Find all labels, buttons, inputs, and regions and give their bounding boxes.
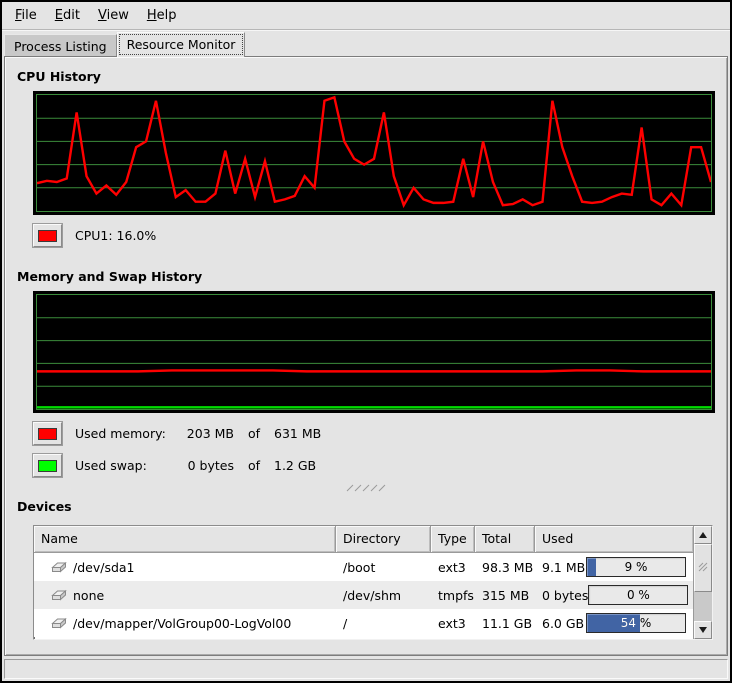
- menu-view[interactable]: View: [89, 5, 138, 26]
- devices-table-header: Name Directory Type Total Used: [34, 526, 693, 553]
- usage-progress-bar: 9 % 9 %: [586, 557, 686, 577]
- table-row[interactable]: none /dev/shm tmpfs 315 MB 0 bytes 0 % 0…: [34, 581, 693, 609]
- menu-help[interactable]: Help: [138, 5, 186, 26]
- cpu1-color-button[interactable]: [33, 224, 62, 247]
- used-swap-of: of: [234, 458, 274, 473]
- pane-resize-grip[interactable]: [13, 483, 719, 493]
- cpu-history-graph: [33, 91, 715, 215]
- cpu-history-chart: [36, 94, 712, 212]
- cpu1-usage-label: CPU1: 16.0%: [75, 228, 156, 243]
- devices-table: Name Directory Type Total Used /dev/sda1: [33, 525, 713, 640]
- device-total: 11.1 GB: [475, 616, 535, 631]
- column-header-used[interactable]: Used: [535, 526, 693, 553]
- system-monitor-window: File Edit View Help Process Listing Reso…: [0, 0, 732, 683]
- used-swap-color-swatch: [38, 460, 57, 472]
- disk-icon: [50, 561, 67, 573]
- devices-table-body: Name Directory Type Total Used /dev/sda1: [34, 526, 693, 639]
- device-type: tmpfs: [431, 588, 475, 603]
- disk-icon: [50, 617, 67, 629]
- device-total: 98.3 MB: [475, 560, 535, 575]
- tab-strip: Process Listing Resource Monitor: [2, 30, 730, 56]
- arrow-up-icon: [699, 532, 707, 538]
- menu-bar: File Edit View Help: [2, 2, 730, 30]
- memory-legend: Used memory: 203 MB of 631 MB: [33, 422, 719, 445]
- disk-icon: [50, 589, 67, 601]
- used-memory-value: 203 MB: [172, 426, 234, 441]
- cpu-history-title: CPU History: [17, 69, 719, 84]
- table-row[interactable]: /dev/mapper/VolGroup00-LogVol00 / ext3 1…: [34, 609, 693, 637]
- swap-legend: Used swap: 0 bytes of 1.2 GB: [33, 454, 719, 477]
- scrollbar-thumb[interactable]: [694, 544, 712, 592]
- usage-progress-bar: 54 % 54 %: [586, 613, 686, 633]
- device-name: none: [73, 588, 104, 603]
- progress-label: 0 %: [589, 586, 687, 604]
- devices-title: Devices: [17, 499, 719, 514]
- used-swap-total: 1.2 GB: [274, 458, 316, 473]
- progress-label: 9 %: [587, 558, 685, 576]
- cpu-legend: CPU1: 16.0%: [33, 224, 719, 247]
- resource-monitor-panel: CPU History CPU1: 16.0% Memory and Swap …: [4, 56, 728, 656]
- used-swap-color-button[interactable]: [33, 454, 62, 477]
- device-used: 6.0 GB: [542, 616, 584, 631]
- usage-progress-bar: 0 % 0 %: [588, 585, 688, 605]
- thumb-grip-icon: [698, 562, 709, 574]
- cpu1-color-swatch: [38, 230, 57, 242]
- used-memory-label: Used memory:: [75, 426, 172, 441]
- device-type: ext3: [431, 616, 475, 631]
- scroll-up-button[interactable]: [694, 526, 712, 544]
- arrow-down-icon: [699, 627, 707, 633]
- scroll-down-button[interactable]: [694, 621, 712, 639]
- status-bar: [4, 659, 728, 679]
- device-name: /dev/mapper/VolGroup00-LogVol00: [73, 616, 291, 631]
- memory-swap-graph: [33, 291, 715, 413]
- memory-swap-title: Memory and Swap History: [17, 269, 719, 284]
- tab-resource-monitor[interactable]: Resource Monitor: [117, 32, 246, 57]
- tab-process-listing[interactable]: Process Listing: [4, 34, 117, 56]
- grip-icon: [346, 484, 386, 492]
- device-directory: /dev/shm: [336, 588, 431, 603]
- used-memory-color-button[interactable]: [33, 422, 62, 445]
- device-total: 315 MB: [475, 588, 535, 603]
- vertical-scrollbar[interactable]: [693, 526, 712, 639]
- table-row[interactable]: /dev/sda1 /boot ext3 98.3 MB 9.1 MB 9 % …: [34, 553, 693, 581]
- used-swap-label: Used swap:: [75, 458, 172, 473]
- device-directory: /: [336, 616, 431, 631]
- used-memory-total: 631 MB: [274, 426, 321, 441]
- device-directory: /boot: [336, 560, 431, 575]
- used-memory-text: Used memory: 203 MB of 631 MB: [75, 426, 321, 441]
- device-name: /dev/sda1: [73, 560, 135, 575]
- device-type: ext3: [431, 560, 475, 575]
- menu-edit[interactable]: Edit: [46, 5, 89, 26]
- used-memory-color-swatch: [38, 428, 57, 440]
- used-memory-of: of: [234, 426, 274, 441]
- column-header-directory[interactable]: Directory: [336, 526, 431, 553]
- column-header-name[interactable]: Name: [34, 526, 336, 553]
- device-used: 9.1 MB: [542, 560, 585, 575]
- device-used: 0 bytes: [542, 588, 588, 603]
- memory-swap-chart: [36, 294, 712, 410]
- used-swap-text: Used swap: 0 bytes of 1.2 GB: [75, 458, 316, 473]
- column-header-type[interactable]: Type: [431, 526, 475, 553]
- scrollbar-track[interactable]: [694, 544, 712, 621]
- menu-file[interactable]: File: [6, 5, 46, 26]
- used-swap-value: 0 bytes: [172, 458, 234, 473]
- column-header-total[interactable]: Total: [475, 526, 535, 553]
